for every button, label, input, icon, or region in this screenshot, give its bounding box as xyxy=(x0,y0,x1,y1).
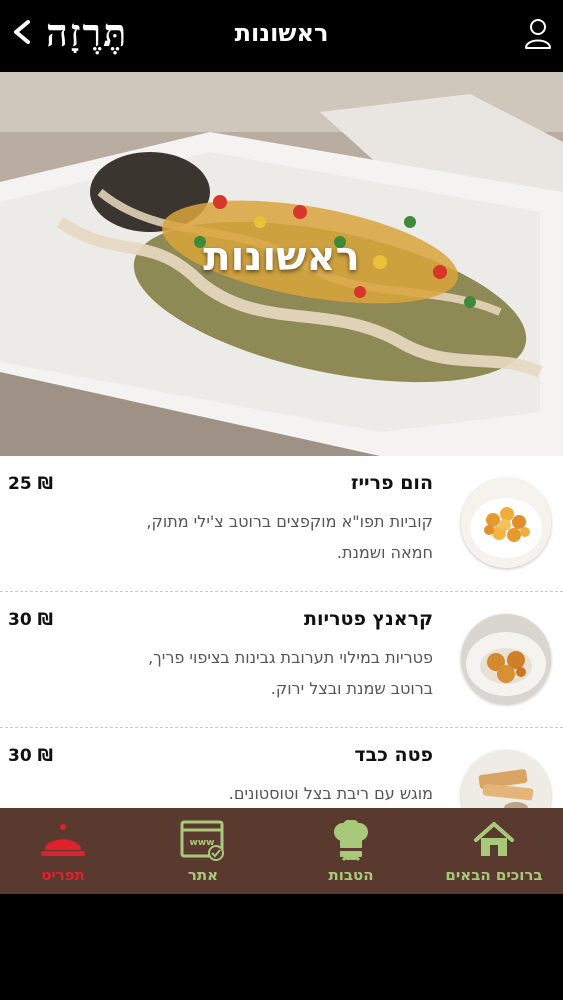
menu-item[interactable]: קראנץ פטריות פטריות במילוי תערובת גבינות… xyxy=(0,592,563,728)
svg-text:www: www xyxy=(190,838,215,848)
category-hero-image: ראשונות xyxy=(0,72,563,456)
tab-welcome-label: ברוכים הבאים xyxy=(445,866,543,884)
bottom-tab-bar: תפריט www אתר הטבות ברוכים הבאים xyxy=(0,808,563,894)
menu-item-price: 25 ₪ xyxy=(8,474,53,494)
fries-dish-image xyxy=(461,478,551,568)
tab-benefits[interactable]: הטבות xyxy=(281,808,421,894)
menu-item-list[interactable]: הום פרייז קוביות תפו"א מוקפצים ברוטב צ'י… xyxy=(0,456,563,808)
menu-item-description: מוגש עם ריבת בצל וטוסטונים. xyxy=(228,784,433,803)
tab-website[interactable]: www אתר xyxy=(133,808,273,894)
top-bar: תֶּרֶזָה ראשונות xyxy=(0,0,563,72)
menu-item-price: 30 ₪ xyxy=(8,746,53,766)
pate-toast-dish-image xyxy=(461,750,551,808)
menu-item-price: 30 ₪ xyxy=(8,610,53,630)
menu-item-name: הום פרייז xyxy=(350,472,433,494)
website-icon: www xyxy=(180,820,224,861)
tab-welcome[interactable]: ברוכים הבאים xyxy=(424,808,563,894)
menu-item-name: קראנץ פטריות xyxy=(304,608,433,630)
home-icon xyxy=(474,822,514,856)
menu-item[interactable]: הום פרייז קוביות תפו"א מוקפצים ברוטב צ'י… xyxy=(0,456,563,592)
tab-benefits-label: הטבות xyxy=(328,866,374,884)
page-title: ראשונות xyxy=(234,19,329,47)
chef-hat-icon xyxy=(334,820,368,862)
menu-item-name: פטה כבד xyxy=(354,744,433,766)
menu-item[interactable]: פטה כבד מוגש עם ריבת בצל וטוסטונים. 30 ₪ xyxy=(0,728,563,808)
menu-item-description: פטריות במילוי תערובת גבינות בציפוי פריך,… xyxy=(148,648,433,698)
tab-menu[interactable]: תפריט xyxy=(0,808,133,894)
menu-item-description: קוביות תפו"א מוקפצים ברוטב צ'ילי מתוק, ח… xyxy=(146,512,433,562)
user-icon[interactable] xyxy=(523,16,553,50)
system-nav-area xyxy=(0,894,563,1000)
tab-website-label: אתר xyxy=(187,866,219,884)
mushroom-balls-dish-image xyxy=(461,614,551,704)
hero-category-title: ראשונות xyxy=(203,234,360,280)
cloche-icon xyxy=(41,824,85,856)
tab-menu-label: תפריט xyxy=(41,866,85,884)
